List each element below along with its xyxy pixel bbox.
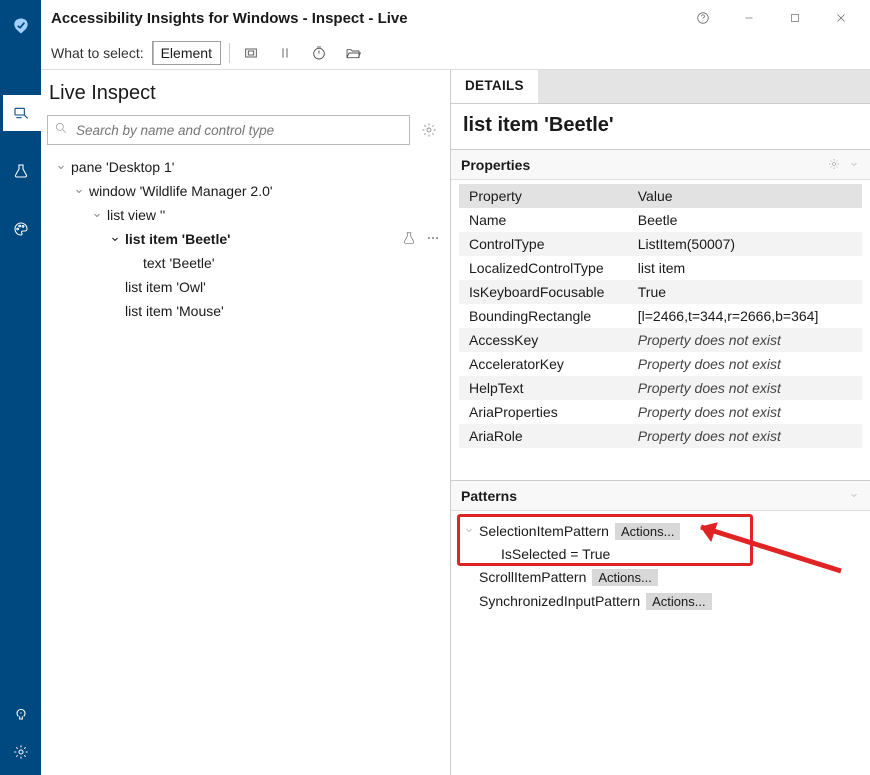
property-row: LocalizedControlTypelist item [459, 256, 862, 280]
more-icon[interactable] [426, 231, 440, 248]
expand-icon [55, 161, 67, 173]
tree-node-selected[interactable]: list item 'Beetle' [45, 227, 446, 251]
expand-icon [463, 523, 475, 539]
toolbar: What to select: Element [41, 36, 870, 70]
select-scope-combo[interactable]: Element [152, 41, 221, 65]
toolbar-separator [229, 43, 230, 63]
select-label: What to select: [51, 45, 144, 61]
pattern-actions-button[interactable]: Actions... [646, 593, 711, 610]
property-row: NameBeetle [459, 208, 862, 232]
expand-icon [73, 185, 85, 197]
tree-node[interactable]: list item 'Owl' [45, 275, 446, 299]
tree-node[interactable]: window 'Wildlife Manager 2.0' [45, 179, 446, 203]
nav-color[interactable] [0, 211, 41, 247]
property-row: AcceleratorKeyProperty does not exist [459, 352, 862, 376]
expand-icon [109, 233, 121, 245]
property-row: AriaRoleProperty does not exist [459, 424, 862, 448]
details-heading: list item 'Beetle' [451, 104, 870, 149]
nav-settings[interactable] [13, 744, 29, 763]
beaker-icon[interactable] [402, 231, 416, 248]
search-icon [54, 121, 68, 138]
title-bar: Accessibility Insights for Windows - Ins… [41, 0, 870, 36]
property-row: AccessKeyProperty does not exist [459, 328, 862, 352]
tree-heading: Live Inspect [45, 78, 446, 115]
tree-node[interactable]: list view '' [45, 203, 446, 227]
nav-test[interactable] [0, 153, 41, 189]
close-button[interactable] [818, 4, 864, 32]
tree-settings-button[interactable] [418, 122, 440, 138]
select-scope-value: Element [153, 45, 220, 61]
app-logo [11, 16, 31, 39]
properties-settings-button[interactable] [828, 157, 840, 173]
properties-title: Properties [461, 157, 828, 173]
col-value: Value [628, 184, 829, 208]
pattern-row[interactable]: SynchronizedInputPattern Actions... [459, 589, 862, 613]
tree-node[interactable]: list item 'Mouse' [45, 299, 446, 323]
open-file-button[interactable] [340, 40, 366, 66]
chevron-down-icon[interactable] [848, 157, 860, 173]
details-tabstrip: DETAILS [451, 70, 870, 104]
highlight-toggle-button[interactable] [238, 40, 264, 66]
element-tree[interactable]: pane 'Desktop 1' window 'Wildlife Manage… [45, 155, 446, 775]
nav-feedback[interactable] [13, 707, 29, 726]
minimize-button[interactable] [726, 4, 772, 32]
maximize-button[interactable] [772, 4, 818, 32]
details-panel: DETAILS list item 'Beetle' Properties [451, 70, 870, 775]
properties-table: Property Value NameBeetleControlTypeList… [459, 184, 862, 448]
window-title: Accessibility Insights for Windows - Ins… [51, 10, 680, 27]
nav-inspect[interactable] [0, 95, 41, 131]
property-row: HelpTextProperty does not exist [459, 376, 862, 400]
tree-node[interactable]: text 'Beetle' [45, 251, 446, 275]
property-row: AriaPropertiesProperty does not exist [459, 400, 862, 424]
pattern-row[interactable]: ScrollItemPattern Actions... [459, 565, 862, 589]
pattern-actions-button[interactable]: Actions... [592, 569, 657, 586]
expand-icon [91, 209, 103, 221]
pattern-row[interactable]: SelectionItemPattern Actions... [459, 519, 862, 543]
tree-node[interactable]: pane 'Desktop 1' [45, 155, 446, 179]
patterns-title: Patterns [461, 488, 848, 504]
help-button[interactable] [680, 4, 726, 32]
timer-button[interactable] [306, 40, 332, 66]
tree-panel: Live Inspect pane 'Desktop 1' window 'Wi… [41, 70, 451, 775]
tab-details[interactable]: DETAILS [451, 70, 538, 103]
chevron-down-icon[interactable] [848, 488, 860, 504]
search-input[interactable] [47, 115, 410, 145]
property-row: IsKeyboardFocusableTrue [459, 280, 862, 304]
property-row: ControlTypeListItem(50007) [459, 232, 862, 256]
pattern-actions-button[interactable]: Actions... [615, 523, 680, 540]
pause-button[interactable] [272, 40, 298, 66]
property-row: BoundingRectangle[l=2466,t=344,r=2666,b=… [459, 304, 862, 328]
left-nav [0, 0, 41, 775]
col-property: Property [459, 184, 628, 208]
pattern-property: IsSelected = True [459, 543, 862, 565]
